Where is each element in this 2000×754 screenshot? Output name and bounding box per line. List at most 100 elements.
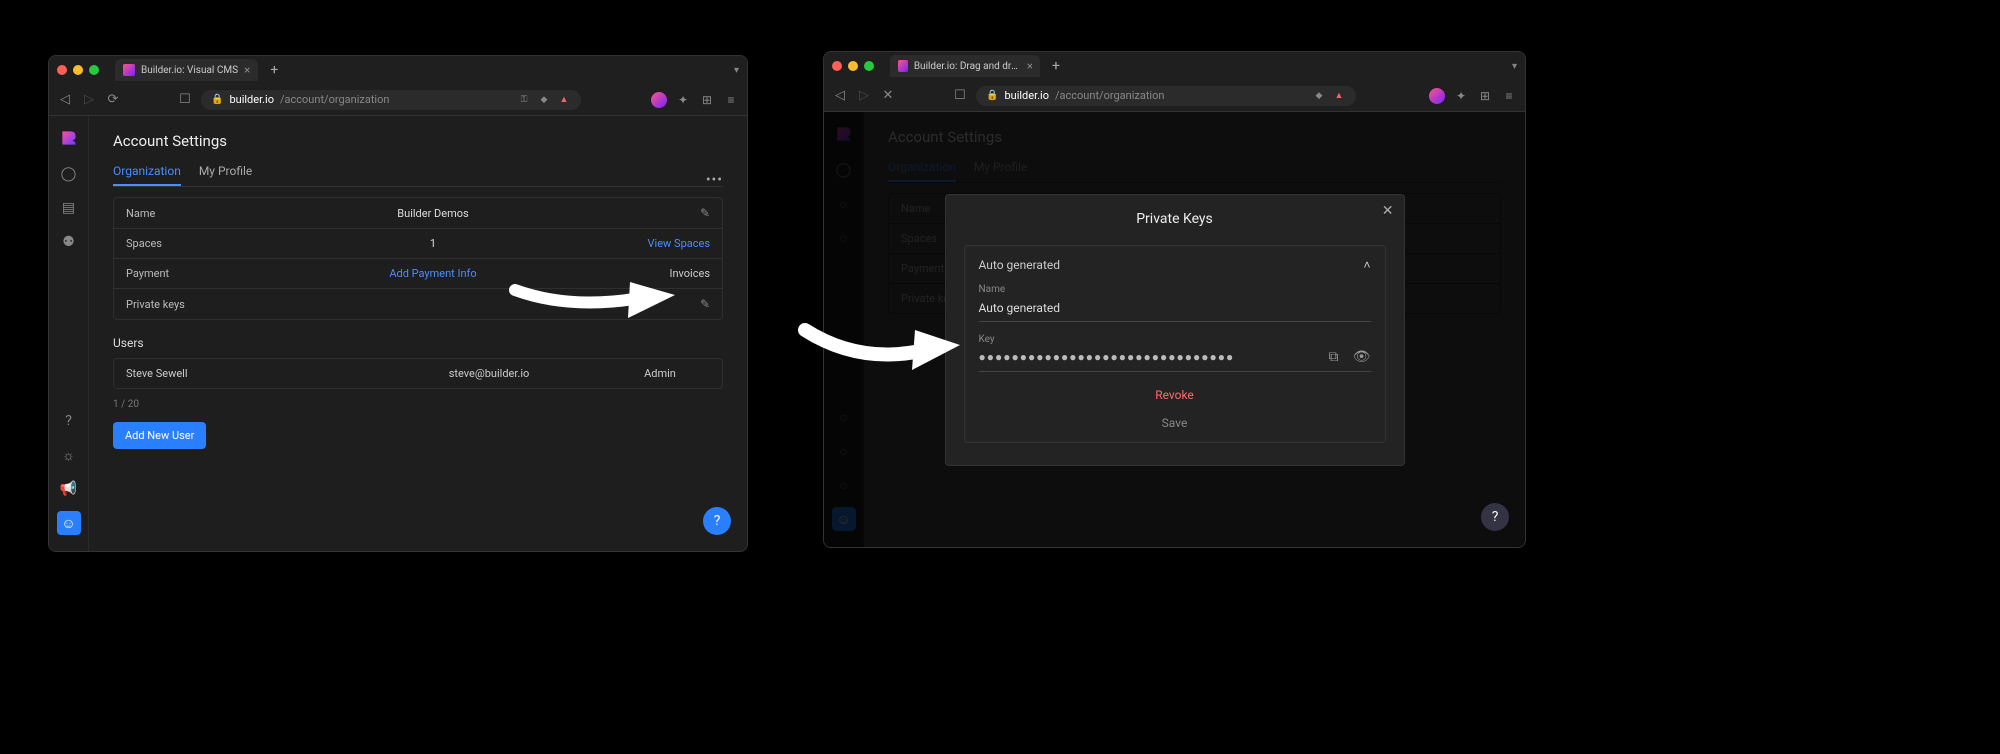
sidebar-account-icon[interactable]: ☺ bbox=[57, 511, 81, 535]
org-panel: Name Builder Demos ✎ Spaces 1 View Space… bbox=[113, 197, 723, 320]
minimize-window-icon[interactable] bbox=[73, 65, 83, 75]
extensions-icon[interactable]: ✦ bbox=[1453, 88, 1469, 104]
app-content: ◯ ○ ○ ○ ○ ○ ☺ Account Settings Organizat… bbox=[824, 112, 1525, 547]
favicon-icon bbox=[898, 60, 908, 72]
edit-keys-button[interactable]: ✎ bbox=[600, 297, 710, 311]
lock-icon: 🔒 bbox=[211, 94, 223, 105]
settings-tabs: Organization My Profile bbox=[113, 164, 723, 187]
warning-icon[interactable]: ▲ bbox=[1332, 89, 1346, 103]
user-name: Steve Sewell bbox=[126, 367, 368, 380]
app-icon[interactable]: ⊞ bbox=[1477, 88, 1493, 104]
close-window-icon[interactable] bbox=[832, 61, 842, 71]
row-spaces: Spaces 1 View Spaces bbox=[114, 229, 722, 259]
browser-tab[interactable]: Builder.io: Drag and drop Visu × bbox=[890, 55, 1040, 77]
sidebar-theme-icon[interactable]: ☼ bbox=[57, 443, 81, 467]
stop-button[interactable]: ✕ bbox=[880, 88, 896, 103]
copy-key-icon[interactable]: ⧉ bbox=[1325, 349, 1343, 365]
help-fab[interactable]: ? bbox=[1481, 503, 1509, 531]
row-value: 1 bbox=[266, 237, 600, 250]
bookmark-icon[interactable]: ☐ bbox=[177, 92, 193, 107]
lock-icon: 🔒 bbox=[986, 90, 998, 101]
sidebar-help-icon[interactable]: ? bbox=[57, 409, 81, 433]
help-fab[interactable]: ? bbox=[703, 507, 731, 535]
row-value: Builder Demos bbox=[266, 207, 600, 220]
close-modal-button[interactable]: ✕ bbox=[1382, 203, 1394, 219]
extensions-icon[interactable]: ✦ bbox=[675, 92, 691, 108]
add-payment-link[interactable]: Add Payment Info bbox=[266, 267, 600, 280]
warning-icon[interactable]: ▲ bbox=[557, 93, 571, 107]
url-input[interactable]: 🔒 builder.io/account/organization ⚿ ◆ ▲ bbox=[201, 90, 581, 110]
user-role: Admin bbox=[610, 367, 710, 380]
url-domain: builder.io bbox=[229, 93, 274, 106]
modal-backdrop[interactable]: ✕ Private Keys Auto generated ˄ Name Aut… bbox=[824, 112, 1525, 547]
app-content: ◯ ▤ ⚉ ? ☼ 📢 ☺ Account Settings Organizat… bbox=[49, 116, 747, 551]
new-tab-button[interactable]: + bbox=[1046, 58, 1066, 74]
maximize-window-icon[interactable] bbox=[864, 61, 874, 71]
key-icon[interactable]: ⚿ bbox=[517, 93, 531, 107]
tab-my-profile[interactable]: My Profile bbox=[199, 164, 252, 186]
sidebar-users-icon[interactable]: ⚉ bbox=[57, 230, 81, 254]
key-expander: Auto generated ˄ Name Auto generated Key… bbox=[964, 245, 1386, 443]
sidebar-home-icon[interactable]: ◯ bbox=[57, 162, 81, 186]
url-path: /account/organization bbox=[280, 93, 389, 106]
new-tab-button[interactable]: + bbox=[264, 62, 284, 78]
name-field-label: Name bbox=[979, 284, 1371, 295]
tab-bar: Builder.io: Drag and drop Visu × + ▾ bbox=[824, 52, 1525, 80]
view-spaces-link[interactable]: View Spaces bbox=[600, 237, 710, 250]
builder-logo-icon[interactable] bbox=[55, 124, 83, 152]
forward-button[interactable]: ▷ bbox=[856, 88, 872, 103]
private-keys-modal: ✕ Private Keys Auto generated ˄ Name Aut… bbox=[945, 194, 1405, 466]
reveal-key-icon[interactable]: 👁 bbox=[1353, 349, 1371, 365]
row-payment: Payment Add Payment Info Invoices bbox=[114, 259, 722, 289]
sidebar-announce-icon[interactable]: 📢 bbox=[57, 477, 81, 501]
reload-button[interactable]: ⟳ bbox=[105, 92, 121, 107]
bookmark-icon[interactable]: ☐ bbox=[952, 88, 968, 103]
shield-icon[interactable]: ◆ bbox=[1312, 89, 1326, 103]
add-new-user-button[interactable]: Add New User bbox=[113, 422, 206, 449]
close-window-icon[interactable] bbox=[57, 65, 67, 75]
edit-name-button[interactable]: ✎ bbox=[600, 206, 710, 220]
minimize-window-icon[interactable] bbox=[848, 61, 858, 71]
users-header: Users bbox=[113, 336, 723, 350]
close-tab-icon[interactable]: × bbox=[244, 63, 250, 77]
tab-list-dropdown-icon[interactable]: ▾ bbox=[734, 65, 739, 76]
tab-list-dropdown-icon[interactable]: ▾ bbox=[1512, 61, 1517, 72]
row-label: Payment bbox=[126, 267, 266, 280]
expander-header[interactable]: Auto generated ˄ bbox=[979, 258, 1371, 272]
profile-avatar-icon[interactable] bbox=[1429, 88, 1445, 104]
key-field: ●●●●●●●●●●●●●●●●●●●●●●●●●●●●●●● ⧉ 👁 bbox=[979, 347, 1371, 372]
save-button[interactable]: Save bbox=[979, 416, 1371, 430]
toolbar-icons: ✦ ⊞ ≡ bbox=[1429, 88, 1517, 104]
expander-label: Auto generated bbox=[979, 258, 1061, 272]
back-button[interactable]: ◁ bbox=[57, 92, 73, 107]
chevron-up-icon: ˄ bbox=[1363, 258, 1370, 272]
key-field-label: Key bbox=[979, 334, 1371, 345]
revoke-button[interactable]: Revoke bbox=[979, 388, 1371, 402]
sidebar-analytics-icon[interactable]: ▤ bbox=[57, 196, 81, 220]
tab-title: Builder.io: Drag and drop Visu bbox=[914, 61, 1021, 72]
row-label: Name bbox=[126, 207, 266, 220]
tab-title: Builder.io: Visual CMS bbox=[141, 65, 238, 76]
page-title: Account Settings bbox=[113, 132, 723, 150]
menu-icon[interactable]: ≡ bbox=[1501, 88, 1517, 104]
menu-icon[interactable]: ≡ bbox=[723, 92, 739, 108]
name-field-value[interactable]: Auto generated bbox=[979, 297, 1371, 322]
url-domain: builder.io bbox=[1004, 89, 1049, 102]
tab-organization[interactable]: Organization bbox=[113, 164, 181, 186]
shield-icon[interactable]: ◆ bbox=[537, 93, 551, 107]
app-icon[interactable]: ⊞ bbox=[699, 92, 715, 108]
row-name: Name Builder Demos ✎ bbox=[114, 198, 722, 229]
window-controls bbox=[832, 61, 874, 71]
address-bar: ◁ ▷ ⟳ ☐ 🔒 builder.io/account/organizatio… bbox=[49, 84, 747, 116]
browser-tab[interactable]: Builder.io: Visual CMS × bbox=[115, 59, 258, 81]
key-masked-value: ●●●●●●●●●●●●●●●●●●●●●●●●●●●●●●● bbox=[979, 350, 1315, 364]
invoices-link[interactable]: Invoices bbox=[600, 267, 710, 280]
forward-button[interactable]: ▷ bbox=[81, 92, 97, 107]
maximize-window-icon[interactable] bbox=[89, 65, 99, 75]
close-tab-icon[interactable]: × bbox=[1027, 59, 1032, 73]
url-input[interactable]: 🔒 builder.io/account/organization ◆ ▲ bbox=[976, 86, 1356, 106]
back-button[interactable]: ◁ bbox=[832, 88, 848, 103]
profile-avatar-icon[interactable] bbox=[651, 92, 667, 108]
more-options-icon[interactable]: ••• bbox=[706, 172, 723, 188]
user-row: Steve Sewell steve@builder.io Admin bbox=[113, 358, 723, 389]
